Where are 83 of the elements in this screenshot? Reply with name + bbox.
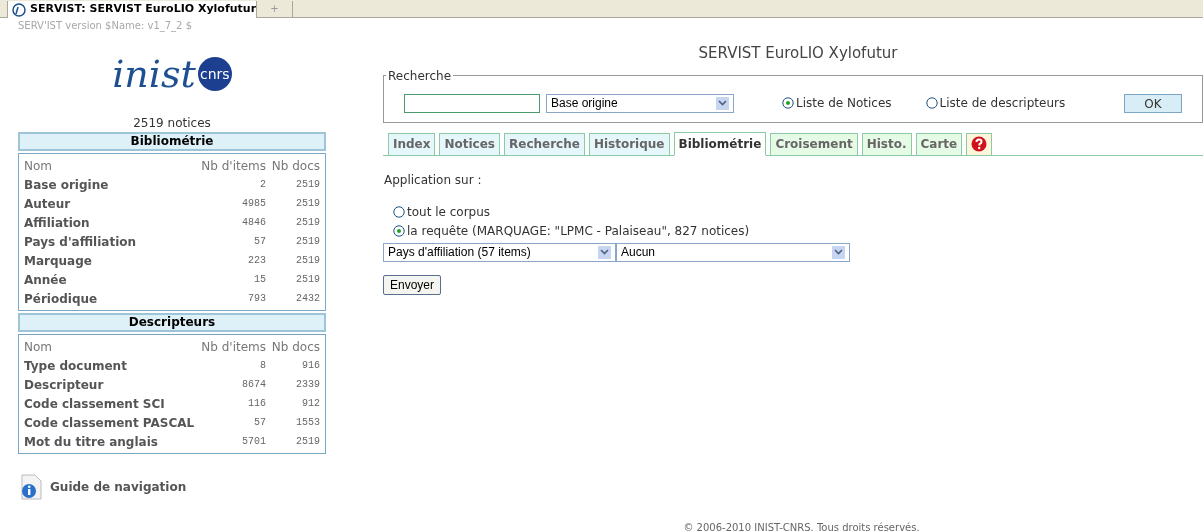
table-cell-text: 116 xyxy=(247,397,266,411)
logo-icon xyxy=(12,2,26,17)
table-cell-text: 4846 xyxy=(241,216,266,230)
tab[interactable]: Croisement xyxy=(770,132,858,156)
application-label: Application sur : xyxy=(384,171,483,189)
panel-header: Bibliométrie xyxy=(18,132,326,151)
tab[interactable]: Index xyxy=(388,132,436,156)
footer-text: © 2006-2010 INIST-CNRS. Tous droits réservés. xyxy=(682,521,921,531)
field-select[interactable]: Base origine xyxy=(546,93,734,113)
ok-button[interactable]: OK xyxy=(1124,93,1182,113)
tab[interactable]: Histo. xyxy=(861,132,912,156)
table-cell-text: 1553 xyxy=(295,416,320,430)
search-field[interactable] xyxy=(404,93,540,113)
guide-link[interactable]: Guide de navigation xyxy=(50,478,187,496)
caret-icon xyxy=(598,245,611,259)
select-value: Pays d'affiliation (57 items) xyxy=(388,244,531,261)
radio-label[interactable]: tout le corpus xyxy=(407,202,491,221)
help-icon xyxy=(971,136,988,152)
column-header: Nom xyxy=(24,157,53,175)
panel-header: Descripteurs xyxy=(18,313,326,332)
table-cell-text: 916 xyxy=(301,359,320,373)
column-header: Nb docs xyxy=(270,157,320,175)
column-header: Nb d'items xyxy=(201,157,266,175)
caret-icon xyxy=(832,245,845,259)
radio-button[interactable] xyxy=(393,224,405,237)
select-value: Aucun xyxy=(621,244,656,261)
table-cell-text: 912 xyxy=(301,397,320,411)
page-title: SERVIST EuroLIO Xylofutur xyxy=(697,43,899,64)
table-cell-text: 2 xyxy=(259,178,266,192)
help-tab[interactable] xyxy=(966,132,993,156)
table-cell-text: 2519 xyxy=(295,273,320,287)
radio-button[interactable] xyxy=(782,97,794,109)
row-label[interactable]: Type document xyxy=(24,356,216,375)
search-legend: Recherche xyxy=(386,66,454,85)
radio-label[interactable]: Liste de Notices xyxy=(796,94,892,112)
tab[interactable]: Bibliométrie xyxy=(673,131,767,156)
row-label[interactable]: Code classement SCI xyxy=(24,394,216,413)
table-cell-text: 2519 xyxy=(295,216,320,230)
send-button[interactable]: Envoyer xyxy=(383,274,442,295)
tab[interactable]: Recherche xyxy=(504,132,585,156)
row-label[interactable]: Base origine xyxy=(24,175,216,194)
table-cell-text: 2519 xyxy=(295,435,320,449)
row-label[interactable]: Descripteur xyxy=(24,375,216,394)
row-label[interactable]: Périodique xyxy=(24,289,216,308)
table-cell-text: 2432 xyxy=(295,292,320,306)
dropdown[interactable]: Aucun xyxy=(616,242,850,262)
version-text: SERV'IST version $Name: v1_7_2 $ xyxy=(18,19,193,34)
table-cell-text: 2519 xyxy=(295,235,320,249)
table-cell-text: 8674 xyxy=(241,378,266,392)
row-label[interactable]: Marquage xyxy=(24,251,216,270)
caret-icon xyxy=(716,96,729,110)
radio-label[interactable]: la requête (MARQUAGE: "LPMC - Palaiseau", 827 notices) xyxy=(407,221,750,240)
radio-button[interactable] xyxy=(393,205,405,218)
table-cell-text: 2519 xyxy=(295,254,320,268)
radio-label[interactable]: Liste de descripteurs xyxy=(939,94,1066,112)
table-cell-text: 15 xyxy=(253,273,266,287)
row-label[interactable]: Année xyxy=(24,270,216,289)
table-cell-text: 4985 xyxy=(241,197,266,211)
info-icon[interactable] xyxy=(20,474,42,500)
dropdown[interactable]: Pays d'affiliation (57 items) xyxy=(383,242,616,262)
column-header: Nb docs xyxy=(270,338,320,356)
select-value: Base origine xyxy=(551,95,618,112)
table-cell-text: 57 xyxy=(253,416,266,430)
column-header: Nom xyxy=(24,338,53,356)
row-label[interactable]: Affiliation xyxy=(24,213,216,232)
notice-count: 2519 notices xyxy=(132,115,212,132)
row-label[interactable]: Auteur xyxy=(24,194,216,213)
table-cell-text: 2339 xyxy=(295,378,320,392)
column-header: Nb d'items xyxy=(201,338,266,356)
table-cell-text: 793 xyxy=(247,292,266,306)
tab[interactable]: Carte xyxy=(915,132,963,156)
table-cell-text: 2519 xyxy=(295,178,320,192)
row-label[interactable]: Mot du titre anglais xyxy=(24,432,216,451)
table-cell-text: 5701 xyxy=(241,435,266,449)
row-label[interactable]: Pays d'affiliation xyxy=(24,232,216,251)
row-label[interactable]: Code classement PASCAL xyxy=(24,413,216,432)
table-cell-text: 8 xyxy=(259,359,266,373)
table-cell-text: 57 xyxy=(253,235,266,249)
table-cell-text: 2519 xyxy=(295,197,320,211)
radio-button[interactable] xyxy=(925,97,938,109)
tab[interactable]: Historique xyxy=(588,132,670,156)
table-cell-text: 223 xyxy=(247,254,266,268)
tab[interactable]: Notices xyxy=(439,132,500,156)
